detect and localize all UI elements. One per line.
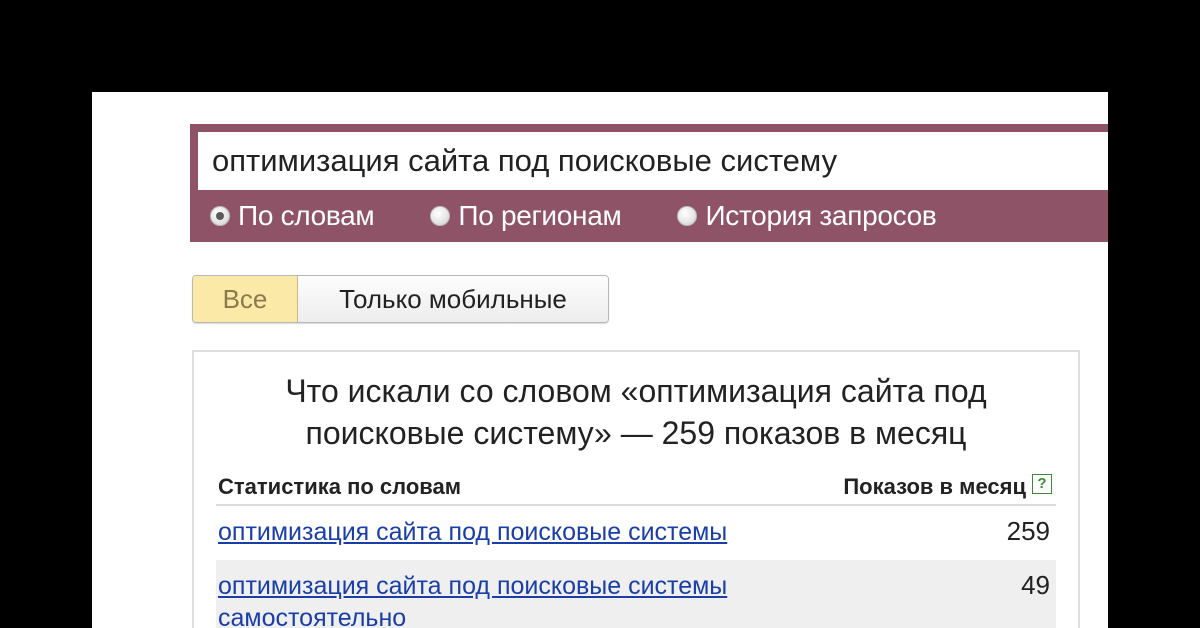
table-header: Статистика по словам Показов в месяц ? [216, 470, 1056, 506]
search-mode-group: По словам По регионам История запросов [210, 196, 992, 236]
wordstat-page: По словам По регионам История запросов В… [92, 92, 1108, 628]
radio-by-regions-label: По регионам [458, 200, 622, 231]
radio-unchecked-icon [677, 206, 698, 226]
mobile-only-button[interactable]: Только мобильные [298, 276, 608, 322]
results-title-line1: Что искали со словом «оптимизация сайта … [285, 373, 987, 409]
radio-query-history[interactable]: История запросов [677, 200, 937, 232]
device-filter: Все Только мобильные [192, 275, 609, 323]
query-link[interactable]: оптимизация сайта под поисковые системы [218, 516, 838, 548]
search-input[interactable] [198, 132, 1108, 190]
question-square-icon[interactable]: ? [1032, 474, 1052, 494]
table-row: оптимизация сайта под поисковые системы … [216, 508, 1056, 560]
query-link[interactable]: оптимизация сайта под поисковые системы … [218, 570, 838, 628]
radio-by-words[interactable]: По словам [210, 200, 375, 232]
table-row: оптимизация сайта под поисковые системы … [216, 560, 1056, 628]
radio-checked-icon [210, 206, 230, 226]
query-count: 259 [1006, 516, 1050, 546]
radio-query-history-label: История запросов [705, 200, 937, 231]
query-count: 49 [1021, 570, 1050, 600]
results-panel: Что искали со словом «оптимизация сайта … [192, 350, 1080, 628]
radio-unchecked-icon [430, 206, 451, 226]
radio-by-regions[interactable]: По регионам [430, 200, 622, 232]
search-panel: По словам По регионам История запросов [190, 124, 1108, 242]
results-title-line2: поисковые систему» — 259 показов в месяц [305, 415, 967, 451]
results-title: Что искали со словом «оптимизация сайта … [194, 370, 1078, 454]
all-devices-button[interactable]: Все [193, 276, 298, 322]
column-header-words: Статистика по словам [218, 474, 462, 499]
column-header-count: Показов в месяц [843, 474, 1026, 499]
radio-by-words-label: По словам [238, 200, 375, 231]
